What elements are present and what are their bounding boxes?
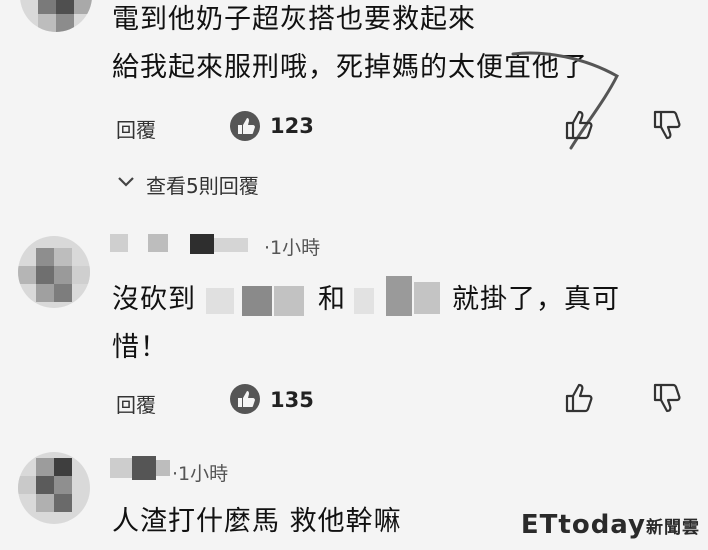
avatar[interactable] <box>20 0 92 32</box>
chevron-down-icon[interactable] <box>116 174 136 190</box>
comment-text: 惜！ <box>112 332 168 363</box>
comment-text: 就掛了，真可 <box>452 284 620 315</box>
comment-text: 沒砍到 <box>112 284 196 315</box>
thumb-down-icon[interactable] <box>650 108 684 142</box>
view-replies-button[interactable]: 查看5則回覆 <box>146 170 259 199</box>
redacted-text <box>206 280 314 320</box>
thumb-up-icon[interactable] <box>562 108 596 142</box>
like-count: 123 <box>270 114 314 138</box>
avatar[interactable] <box>18 236 90 308</box>
thumb-down-icon[interactable] <box>650 381 684 415</box>
like-count: 135 <box>270 388 314 412</box>
username-redacted <box>110 456 170 480</box>
comment-timestamp: ·1小時 <box>264 237 321 259</box>
comment-timestamp: ·1小時 <box>172 463 229 485</box>
username-redacted <box>110 232 260 254</box>
redacted-text <box>354 274 450 320</box>
comment-text: 和 <box>318 284 346 315</box>
comment-text: 人渣打什麼馬 救他幹嘛 <box>112 506 402 537</box>
avatar[interactable] <box>18 452 90 524</box>
like-circle-icon[interactable] <box>229 383 261 415</box>
comment-text: 電到他奶子超灰搭也要救起來 <box>112 4 476 35</box>
reply-button[interactable]: 回覆 <box>116 389 156 418</box>
thumb-up-icon[interactable] <box>562 381 596 415</box>
like-circle-icon[interactable] <box>229 110 261 142</box>
watermark-logo: ETtoday新聞雲 <box>520 510 700 540</box>
reply-button[interactable]: 回覆 <box>116 114 156 143</box>
